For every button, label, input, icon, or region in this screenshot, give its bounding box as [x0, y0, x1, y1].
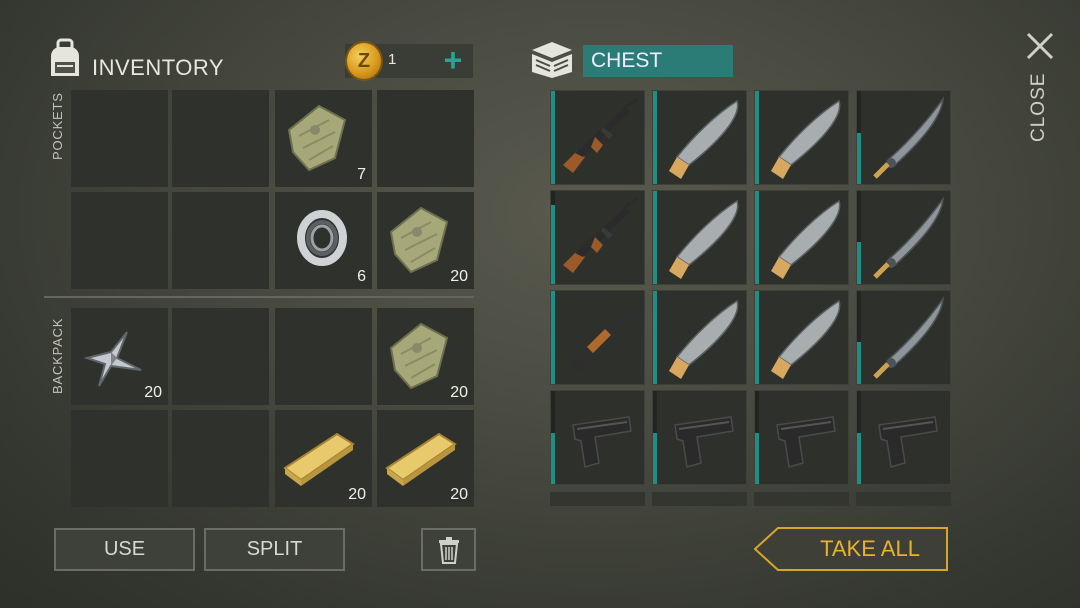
use-button[interactable]: USE [54, 528, 195, 571]
pistol-icon [878, 416, 938, 468]
take-all-label: TAKE ALL [820, 536, 920, 561]
item-quantity: 20 [450, 384, 468, 401]
coin-count: 1 [388, 51, 397, 68]
chest-slot[interactable] [652, 390, 747, 485]
pocket-slot[interactable]: 6 [275, 192, 372, 289]
chest-icon [532, 42, 572, 78]
machete-icon [669, 99, 739, 179]
assault-rifle-icon [563, 97, 638, 173]
shotgun-icon [569, 305, 635, 373]
coin-symbol: Z [357, 49, 371, 72]
pistol-icon [674, 416, 734, 468]
chest-slot[interactable] [652, 492, 747, 506]
chest-slot[interactable] [550, 190, 645, 285]
chest-slot[interactable] [856, 390, 951, 485]
pocket-slot[interactable] [71, 192, 168, 289]
machete-icon [771, 99, 841, 179]
split-label: SPLIT [246, 538, 303, 560]
close-label: CLOSE [1028, 72, 1049, 142]
machete-icon [669, 199, 739, 279]
backpack-icon [51, 38, 79, 76]
chest-slot[interactable] [550, 290, 645, 385]
chest-slot[interactable] [550, 390, 645, 485]
pistol-icon [572, 416, 632, 468]
pocket-slot[interactable] [377, 90, 474, 187]
chest-slot[interactable] [754, 492, 849, 506]
chest-slot[interactable] [856, 190, 951, 285]
machete-icon [771, 299, 841, 379]
pocket-slot[interactable] [71, 90, 168, 187]
backpack-label: BACKPACK [50, 317, 65, 394]
pockets-label: POCKETS [50, 92, 65, 160]
section-divider [44, 296, 474, 298]
pocket-slot[interactable] [172, 192, 269, 289]
backpack-slot[interactable] [172, 308, 269, 405]
item-quantity: 7 [357, 166, 366, 183]
katana-icon [873, 196, 945, 279]
chest-title: CHEST [591, 49, 663, 72]
close-button[interactable]: CLOSE [1028, 73, 1054, 146]
pistol-icon [776, 416, 836, 468]
pocket-slot[interactable] [172, 90, 269, 187]
machete-icon [669, 299, 739, 379]
assault-rifle-icon [563, 197, 638, 273]
item-quantity: 20 [450, 486, 468, 503]
chest-slot[interactable] [652, 290, 747, 385]
item-quantity: 6 [357, 268, 366, 285]
item-quantity: 20 [450, 268, 468, 285]
pocket-slot[interactable]: 7 [275, 90, 372, 187]
katana-icon [873, 296, 945, 379]
chest-slot[interactable] [754, 190, 849, 285]
pocket-slot[interactable]: 20 [377, 192, 474, 289]
chest-slot[interactable] [856, 290, 951, 385]
backpack-slot[interactable]: 20 [377, 308, 474, 405]
split-button[interactable]: SPLIT [204, 528, 345, 571]
use-label: USE [103, 538, 146, 560]
chest-slot[interactable] [856, 90, 951, 185]
item-quantity: 20 [348, 486, 366, 503]
chest-slot[interactable] [550, 492, 645, 506]
chest-slot[interactable] [754, 290, 849, 385]
backpack-slot[interactable]: 20 [377, 410, 474, 507]
item-quantity: 20 [144, 384, 162, 401]
coin-icon: Z [345, 41, 383, 81]
chest-slot[interactable] [652, 90, 747, 185]
inventory-title: INVENTORY [92, 55, 225, 80]
chest-slot[interactable] [856, 492, 951, 506]
katana-icon [873, 96, 945, 179]
backpack-slot[interactable]: 20 [275, 410, 372, 507]
delete-button[interactable] [421, 528, 476, 571]
backpack-slot[interactable] [71, 410, 168, 507]
backpack-slot[interactable] [275, 308, 372, 405]
trash-icon [438, 536, 459, 564]
machete-icon [771, 199, 841, 279]
add-coins-button[interactable]: + [440, 44, 466, 76]
chest-slot[interactable] [754, 390, 849, 485]
backpack-slot[interactable] [172, 410, 269, 507]
chest-slot[interactable] [754, 90, 849, 185]
close-icon[interactable] [1022, 28, 1058, 64]
chest-slot[interactable] [652, 190, 747, 285]
backpack-slot[interactable]: 20 [71, 308, 168, 405]
chest-slot[interactable] [550, 90, 645, 185]
